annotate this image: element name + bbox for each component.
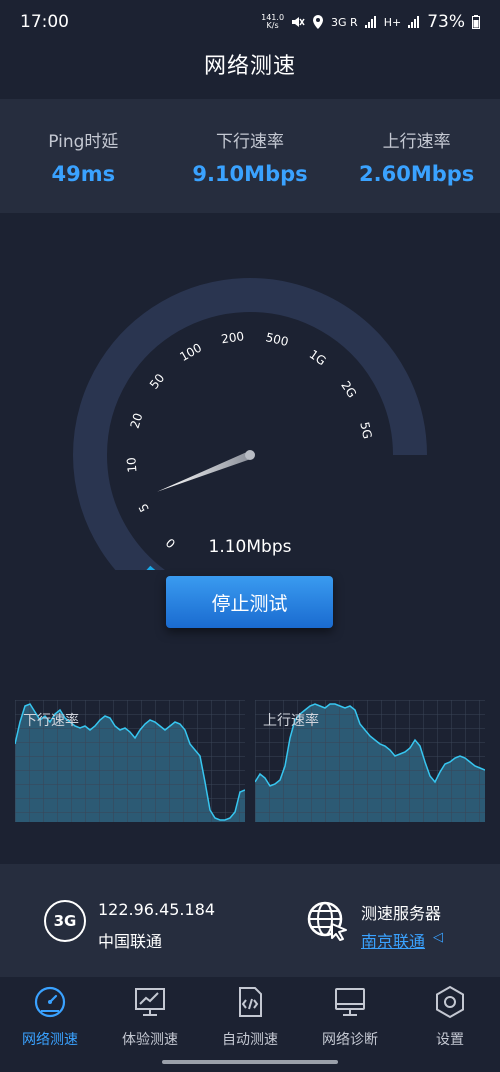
status-time: 17:00 [20,12,69,32]
stat-value: 49ms [51,161,116,186]
server-title: 测速服务器 [361,904,442,923]
gauge-needle [157,450,255,492]
upload-graph-label: 上行速率 [263,713,319,729]
tab-label: 体验测速 [122,1032,178,1048]
signal-icon [364,16,376,28]
server-arrow-icon[interactable]: ◁ [433,930,443,945]
speed-graphs: 下行速率 上行速率 [14,700,486,822]
gear-hexagon-icon [436,985,464,1019]
desktop-icon [335,988,365,1016]
tab-speed-test[interactable]: 网络测速 [0,977,100,1072]
bottom-tab-bar: 网络测速 体验测速 自动测速 网络诊断 设置 [0,977,500,1072]
tab-label: 网络诊断 [322,1032,378,1048]
gauge-tick-label: 200 [220,329,245,346]
mute-icon [292,17,305,27]
gauge-ticks: 05102050100200 5001G2G5G [124,329,374,551]
ip-address: 122.96.45.184 [98,900,216,919]
gauge-tick-label: 20 [128,411,146,430]
stat-label: Ping时延 [48,131,119,152]
monitor-chart-icon [135,988,165,1016]
stat-value: 9.10Mbps [192,161,308,186]
gauge-tick-label: 2G [338,378,359,400]
tab-label: 自动测速 [222,1032,278,1048]
sim-tag-1: 3G R [331,15,358,29]
carrier-name: 中国联通 [98,932,163,951]
status-bar: 17:00 141.0 K/s 3G R H+ 73% [0,0,500,44]
stats-panel: Ping时延 49ms 下行速率 9.10Mbps 上行速率 2.60Mbps [0,99,500,213]
tab-settings[interactable]: 设置 [400,977,500,1072]
stat-value: 2.60Mbps [359,161,475,186]
download-graph-label: 下行速率 [23,713,79,729]
battery-icon [472,15,480,29]
stat-label: 上行速率 [382,131,451,152]
status-icons: 141.0 K/s 3G R H+ 73% [261,12,480,32]
stat-ping: Ping时延 49ms [0,99,167,213]
signal-icon-2 [408,16,420,28]
upload-graph: 上行速率 [254,700,486,822]
tab-label: 网络测速 [22,1032,78,1048]
stop-test-button[interactable]: 停止测试 [166,576,333,628]
stat-download: 下行速率 9.10Mbps [167,99,334,213]
tab-auto-test[interactable]: 自动测速 [200,977,300,1072]
gauge-tick-label: 100 [177,341,204,365]
battery-percent: 73% [427,12,465,32]
home-indicator[interactable] [162,1060,338,1064]
sim-tag-2: H+ [383,15,402,29]
network-speed-indicator: 141.0 K/s [261,14,284,30]
tab-label: 设置 [436,1032,464,1048]
tab-network-diagnosis[interactable]: 网络诊断 [300,977,400,1072]
gauge-tick-label: 10 [124,457,139,473]
network-type-badge-icon: 3G [44,900,86,942]
gauge-svg: 05102050100200 5001G2G5G [73,278,427,609]
tab-experience-test[interactable]: 体验测速 [100,977,200,1072]
stat-upload: 上行速率 2.60Mbps [333,99,500,213]
code-file-icon [239,987,262,1017]
gauge-needle-hub [245,450,255,460]
network-info-bar: 3G 122.96.45.184 中国联通 测速服务器 南京联通 ◁ [0,864,500,977]
page-title: 网络测速 [203,54,296,79]
gauge-tick-label: 50 [147,371,167,392]
stat-label: 下行速率 [216,131,284,152]
gauge-tick-label: 500 [264,330,289,349]
current-speed: 1.10Mbps [208,537,292,557]
download-graph: 下行速率 [14,700,246,822]
gauge-tick-label: 5G [357,421,374,440]
location-icon [313,15,324,29]
network-speed-unit: K/s [266,21,279,30]
server-select-link[interactable]: 南京联通 [361,928,425,952]
globe-icon [307,901,347,941]
gauge-tick-label: 1G [307,347,329,368]
speedometer-icon [34,986,66,1018]
gauge-tick-label: 5 [136,501,152,514]
speed-gauge: 0 5 10 20 50 100 200 500 1G 2G 5G [0,270,500,609]
gauge-needle-body [157,451,252,492]
